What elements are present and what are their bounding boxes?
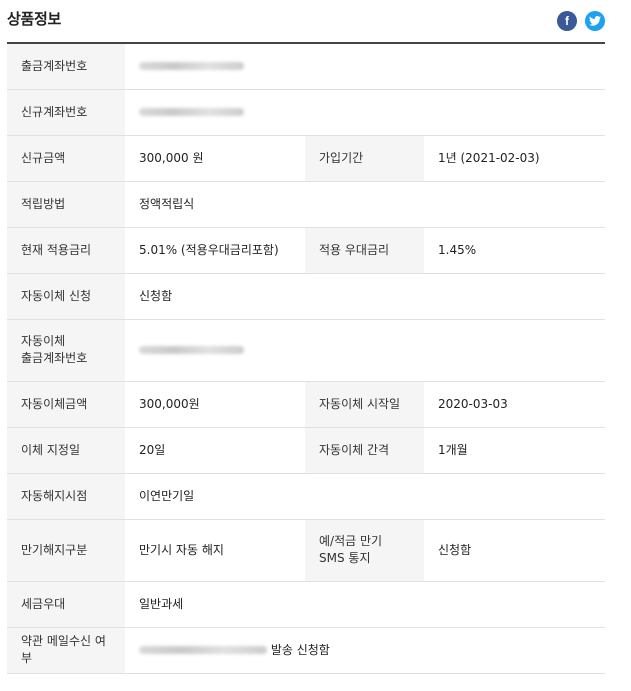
table-row: 약관 메일수신 여부 발송 신청함 [7,627,606,674]
subscription-period-value: 1년 (2021-02-03) [424,135,606,182]
withdrawal-account-value [125,43,606,90]
product-info-table: 출금계좌번호 신규계좌번호 신규금액 300,000 원 가입기간 1년 (20… [7,42,606,674]
maturity-sms-label: 예/적금 만기 SMS 통지 [305,519,424,582]
preferential-rate-value: 1.45% [424,227,606,274]
product-info-panel: 상품정보 f 출금계좌번호 신규계좌번호 신규금액 300,000 원 가입기간… [0,0,631,691]
table-row: 자동이체 출금계좌번호 [7,319,606,382]
masked-account-number [139,108,244,116]
table-row: 신규금액 300,000 원 가입기간 1년 (2021-02-03) [7,135,606,182]
saving-method-label: 적립방법 [7,181,125,228]
auto-transfer-account-value [125,319,606,382]
terms-email-value: 발송 신청함 [125,627,606,674]
maturity-termination-value: 만기시 자동 해지 [125,519,305,582]
masked-email [139,646,267,654]
table-row: 자동이체 신청 신청함 [7,273,606,320]
withdrawal-account-label: 출금계좌번호 [7,43,125,90]
table-row: 자동이체금액 300,000원 자동이체 시작일 2020-03-03 [7,381,606,428]
auto-transfer-interval-value: 1개월 [424,427,606,474]
terms-email-status: 발송 신청함 [270,642,330,657]
auto-transfer-request-label: 자동이체 신청 [7,273,125,320]
saving-method-value: 정액적립식 [125,181,606,228]
auto-transfer-amount-value: 300,000원 [125,381,305,428]
auto-transfer-interval-label: 자동이체 간격 [305,427,424,474]
auto-transfer-request-value: 신청함 [125,273,606,320]
table-row: 이체 지정일 20일 자동이체 간격 1개월 [7,427,606,474]
transfer-day-label: 이체 지정일 [7,427,125,474]
auto-termination-point-label: 자동해지시점 [7,473,125,520]
table-row: 만기해지구분 만기시 자동 해지 예/적금 만기 SMS 통지 신청함 [7,519,606,582]
maturity-sms-label-line2: SMS 통지 [319,551,371,565]
auto-transfer-account-label: 자동이체 출금계좌번호 [7,319,125,382]
masked-account-number [139,62,244,71]
tax-benefit-label: 세금우대 [7,581,125,628]
new-amount-label: 신규금액 [7,135,125,182]
preferential-rate-label: 적용 우대금리 [305,227,424,274]
table-row: 출금계좌번호 [7,43,606,90]
auto-transfer-start-value: 2020-03-03 [424,381,606,428]
auto-transfer-amount-label: 자동이체금액 [7,381,125,428]
subscription-period-label: 가입기간 [305,135,424,182]
new-account-value [125,89,606,136]
twitter-icon[interactable] [585,11,605,31]
table-row: 세금우대 일반과세 [7,581,606,628]
table-row: 현재 적용금리 5.01% (적용우대금리포함) 적용 우대금리 1.45% [7,227,606,274]
new-amount-value: 300,000 원 [125,135,305,182]
masked-account-number [139,346,244,354]
auto-transfer-start-label: 자동이체 시작일 [305,381,424,428]
auto-termination-point-value: 이연만기일 [125,473,606,520]
new-account-label: 신규계좌번호 [7,89,125,136]
tax-benefit-value: 일반과세 [125,581,606,628]
current-rate-value: 5.01% (적용우대금리포함) [125,227,305,274]
maturity-termination-label: 만기해지구분 [7,519,125,582]
maturity-sms-value: 신청함 [424,519,606,582]
table-row: 적립방법 정액적립식 [7,181,606,228]
table-row: 신규계좌번호 [7,89,606,136]
auto-transfer-account-label-line2: 출금계좌번호 [21,351,88,365]
auto-transfer-account-label-line1: 자동이체 [21,334,66,348]
facebook-icon[interactable]: f [557,11,577,31]
page-title: 상품정보 [7,10,62,28]
transfer-day-value: 20일 [125,427,305,474]
current-rate-label: 현재 적용금리 [7,227,125,274]
table-row: 자동해지시점 이연만기일 [7,473,606,520]
terms-email-label: 약관 메일수신 여부 [7,627,125,674]
maturity-sms-label-line1: 예/적금 만기 [319,534,383,548]
